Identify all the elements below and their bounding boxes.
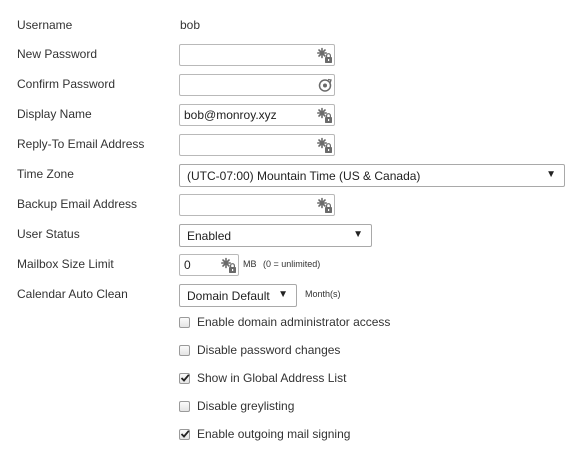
time-zone-select[interactable]: (UTC-07:00) Mountain Time (US & Canada) … xyxy=(179,164,565,187)
user-status-label: User Status xyxy=(17,227,80,241)
time-zone-label: Time Zone xyxy=(17,167,74,181)
refresh-icon[interactable] xyxy=(317,77,333,94)
display-name-label: Display Name xyxy=(17,107,92,121)
username-label: Username xyxy=(17,18,73,32)
chevron-down-icon: ▼ xyxy=(353,229,363,240)
checkbox[interactable] xyxy=(179,401,190,412)
option-label: Show in Global Address List xyxy=(197,371,347,385)
backup-email-input[interactable] xyxy=(179,194,335,216)
time-zone-value: (UTC-07:00) Mountain Time (US & Canada) xyxy=(187,169,421,183)
chevron-down-icon: ▼ xyxy=(546,169,556,180)
check-icon xyxy=(180,430,190,438)
key-lock-icon[interactable] xyxy=(317,107,333,124)
confirm-password-row: Confirm Password xyxy=(0,70,574,100)
mailbox-limit-label: Mailbox Size Limit xyxy=(17,257,114,271)
time-zone-row: Time Zone (UTC-07:00) Mountain Time (US … xyxy=(0,160,574,190)
checkbox[interactable] xyxy=(179,429,190,440)
reply-to-input[interactable] xyxy=(179,134,335,156)
checkbox[interactable] xyxy=(179,317,190,328)
mailbox-limit-input[interactable]: 0 xyxy=(179,254,239,276)
new-password-label: New Password xyxy=(17,47,98,61)
confirm-password-input[interactable] xyxy=(179,74,335,96)
reply-to-label: Reply-To Email Address xyxy=(17,137,145,151)
option-domain-admin[interactable]: Enable domain administrator access xyxy=(179,314,559,334)
user-settings-form: Username bob New Password Confirm Passwo… xyxy=(0,0,574,451)
check-icon xyxy=(180,374,190,382)
username-value: bob xyxy=(180,18,201,32)
mailbox-limit-hint: (0 = unlimited) xyxy=(263,259,321,269)
new-password-input[interactable] xyxy=(179,44,335,66)
display-name-input[interactable]: bob@monroy.xyz xyxy=(179,104,335,126)
key-lock-icon[interactable] xyxy=(317,197,333,214)
checkbox[interactable] xyxy=(179,345,190,356)
mailbox-limit-unit: MB xyxy=(243,259,257,269)
mailbox-limit-value: 0 xyxy=(184,258,191,272)
username-row: Username bob xyxy=(0,11,574,41)
backup-email-row: Backup Email Address xyxy=(0,190,574,220)
user-status-value: Enabled xyxy=(187,229,232,243)
calendar-clean-select[interactable]: Domain Default ▼ xyxy=(179,284,297,307)
user-status-row: User Status Enabled ▼ xyxy=(0,220,574,250)
display-name-row: Display Name bob@monroy.xyz xyxy=(0,100,574,130)
user-status-select[interactable]: Enabled ▼ xyxy=(179,224,372,247)
option-disable-password-changes[interactable]: Disable password changes xyxy=(179,342,559,362)
key-lock-icon[interactable] xyxy=(317,137,333,154)
backup-email-label: Backup Email Address xyxy=(17,197,138,211)
confirm-password-label: Confirm Password xyxy=(17,77,116,91)
option-outgoing-signing[interactable]: Enable outgoing mail signing xyxy=(179,426,559,446)
display-name-value: bob@monroy.xyz xyxy=(184,108,277,122)
calendar-clean-unit: Month(s) xyxy=(305,289,341,299)
option-global-address-list[interactable]: Show in Global Address List xyxy=(179,370,559,390)
calendar-clean-row: Calendar Auto Clean Domain Default ▼ Mon… xyxy=(0,280,574,310)
key-lock-icon[interactable] xyxy=(221,257,237,274)
option-label: Disable password changes xyxy=(197,343,341,357)
calendar-clean-value: Domain Default xyxy=(187,289,270,303)
option-label: Enable outgoing mail signing xyxy=(197,427,351,441)
checkbox[interactable] xyxy=(179,373,190,384)
key-lock-icon[interactable] xyxy=(317,47,333,64)
option-label: Enable domain administrator access xyxy=(197,315,391,329)
chevron-down-icon: ▼ xyxy=(278,289,288,300)
option-disable-greylisting[interactable]: Disable greylisting xyxy=(179,398,559,418)
option-label: Disable greylisting xyxy=(197,399,295,413)
calendar-clean-label: Calendar Auto Clean xyxy=(17,287,128,301)
reply-to-row: Reply-To Email Address xyxy=(0,130,574,160)
new-password-row: New Password xyxy=(0,40,574,70)
mailbox-limit-row: Mailbox Size Limit 0 MB (0 = unlimited) xyxy=(0,250,574,280)
